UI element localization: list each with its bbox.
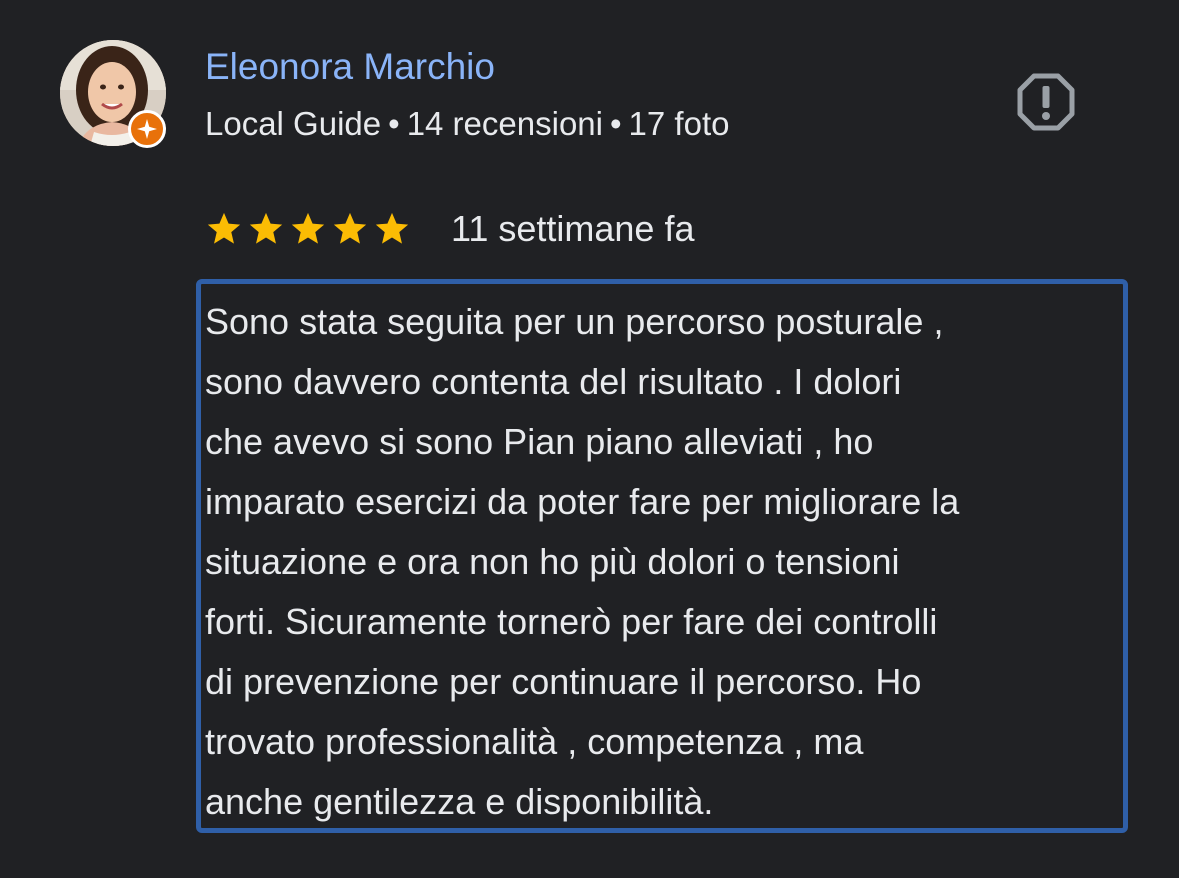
reviewer-meta: Local Guide • 14 recensioni • 17 foto [205,102,729,146]
star-icon [249,212,283,244]
review-text-highlight: Sono stata seguita per un percorso postu… [196,279,1128,833]
report-flag-icon [1017,73,1075,131]
star-icon [291,212,325,244]
meta-separator: • [388,105,400,142]
star-icon [375,212,409,244]
reviewer-name[interactable]: Eleonora Marchio [205,44,495,90]
local-guide-star-icon [137,119,157,139]
review-time: 11 settimane fa [451,208,695,249]
star-rating [205,210,411,248]
report-button[interactable] [1016,72,1076,132]
local-guide-label: Local Guide [205,105,382,142]
rating-row: 11 settimane fa [205,204,694,254]
local-guide-badge [128,110,166,148]
meta-separator: • [609,105,622,142]
review-text[interactable]: Sono stata seguita per un percorso postu… [205,292,1119,832]
reviewer-avatar-container[interactable] [60,40,170,150]
star-icon [333,212,367,244]
photos-count: 17 foto [628,105,730,142]
star-icon [207,212,241,244]
reviews-count: 14 recensioni [406,105,603,142]
